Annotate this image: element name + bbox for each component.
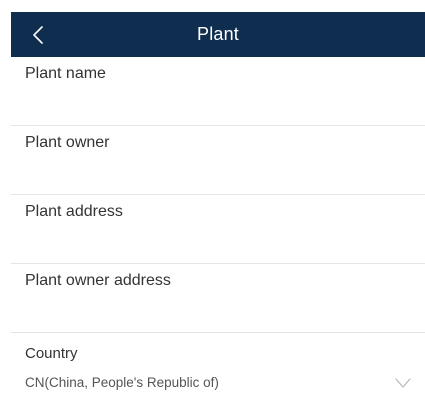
country-label: Country: [25, 345, 78, 362]
country-field: Country CN(China, People's Republic of): [11, 333, 425, 397]
plant-owner-address-input[interactable]: [25, 296, 411, 326]
plant-address-input[interactable]: [25, 227, 411, 257]
country-selected-value: CN(China, People's Republic of): [25, 375, 219, 390]
plant-owner-field[interactable]: Plant owner: [11, 126, 425, 195]
plant-screen: Plant Plant name Plant owner Plant addre…: [0, 0, 425, 397]
plant-name-input[interactable]: [25, 89, 411, 119]
plant-owner-address-field[interactable]: Plant owner address: [11, 264, 425, 333]
country-select[interactable]: CN(China, People's Republic of): [11, 371, 425, 397]
plant-owner-input[interactable]: [25, 158, 411, 188]
plant-address-field[interactable]: Plant address: [11, 195, 425, 264]
header-bar: Plant: [11, 12, 425, 57]
plant-name-field[interactable]: Plant name: [11, 57, 425, 126]
page-title: Plant: [196, 24, 240, 44]
plant-name-label: Plant name: [25, 65, 106, 82]
plant-owner-label: Plant owner: [25, 134, 110, 151]
chevron-down-icon: [395, 376, 411, 388]
plant-owner-address-label: Plant owner address: [25, 272, 171, 289]
plant-address-label: Plant address: [25, 203, 123, 220]
